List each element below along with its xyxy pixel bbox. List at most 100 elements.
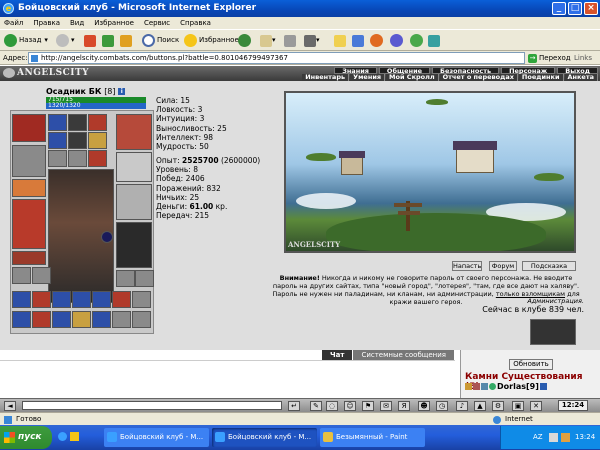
belt-item-slot[interactable] (132, 291, 151, 308)
smile-icon[interactable]: ☻ (418, 401, 430, 411)
gloves-slot[interactable] (12, 179, 46, 197)
plugin-button[interactable] (410, 33, 425, 48)
helmet-slot[interactable] (12, 114, 46, 142)
scroll-slot[interactable] (68, 132, 87, 149)
forum-button[interactable]: Форум (489, 261, 517, 271)
scroll-slot[interactable] (88, 132, 107, 149)
boots-slot[interactable] (135, 270, 154, 287)
city-scene-image[interactable]: ANGELSCITY (284, 91, 576, 253)
chat-log[interactable] (0, 360, 455, 398)
rune-slot[interactable] (32, 267, 51, 284)
potion-slot[interactable] (48, 150, 67, 167)
tab-system-messages[interactable]: Системные сообщения (353, 350, 454, 360)
potion-slot[interactable] (88, 150, 107, 167)
necklace-slot[interactable] (68, 114, 87, 131)
sound-icon[interactable]: ♪ (456, 401, 468, 411)
belt-slot[interactable] (12, 251, 46, 265)
go-button[interactable]: → Переход (528, 52, 571, 64)
links-button[interactable]: Links (574, 51, 592, 65)
search-button[interactable]: Поиск (142, 33, 179, 48)
belt-item-slot[interactable] (32, 311, 51, 328)
lock-icon[interactable]: ▣ (512, 401, 524, 411)
belt-item-slot[interactable] (112, 291, 131, 308)
send-icon[interactable]: ↵ (288, 401, 300, 411)
rune-slot[interactable] (12, 267, 31, 284)
nav-battles[interactable]: Поединки (518, 74, 564, 81)
hint-button[interactable]: Подсказка (522, 261, 576, 271)
belt-item-slot[interactable] (112, 311, 131, 328)
character-name[interactable]: Осадник БК [8] i (46, 87, 126, 96)
research-button[interactable] (390, 33, 405, 48)
belt-item-slot[interactable] (52, 291, 71, 308)
print-button[interactable] (284, 33, 296, 48)
info-icon[interactable]: i (118, 88, 126, 95)
discuss-button[interactable] (334, 33, 346, 48)
maximize-button[interactable]: □ (568, 2, 582, 15)
mail-button[interactable]: ▾ (260, 33, 276, 48)
translit-icon[interactable]: Я (398, 401, 410, 411)
belt-item-slot[interactable] (72, 291, 91, 308)
menu-edit[interactable]: Правка (33, 17, 60, 29)
edit-button[interactable]: ▾ (304, 33, 320, 48)
shield-slot-empty[interactable] (116, 152, 152, 182)
attack-button[interactable]: Напасть (452, 261, 482, 271)
visitor-counters[interactable] (530, 319, 576, 345)
taskbar-item-browser-1[interactable]: Бойцовский клуб - M... (104, 428, 209, 447)
favorites-button[interactable]: Избранное (184, 33, 239, 48)
belt-item-slot[interactable] (92, 291, 111, 308)
menu-favorites[interactable]: Избранное (94, 17, 134, 29)
eraser-icon[interactable]: ◌ (326, 401, 338, 411)
belt-item-slot[interactable] (12, 291, 31, 308)
armor-slot[interactable] (12, 199, 46, 249)
window-title-bar[interactable]: e Бойцовский клуб - Microsoft Internet E… (0, 0, 600, 17)
menu-tools[interactable]: Сервис (144, 17, 170, 29)
nav-inventory[interactable]: Инвентарь (302, 74, 350, 81)
nav-my-scroll[interactable]: Мой Скролл (386, 74, 439, 81)
belt-item-slot[interactable] (132, 311, 151, 328)
close-button[interactable]: × (584, 2, 598, 15)
refresh-button[interactable] (102, 33, 114, 48)
menu-help[interactable]: Справка (180, 17, 211, 29)
chat-input[interactable] (22, 401, 282, 410)
settings-icon[interactable]: ⚙ (492, 401, 504, 411)
forward-button[interactable]: ▾ (56, 33, 75, 48)
private-icon[interactable]: ✉ (380, 401, 392, 411)
room-user[interactable]: Dorlas [9] (465, 382, 548, 391)
user-name[interactable]: Dorlas (497, 382, 526, 391)
address-input[interactable]: http://angelscity.combats.com/buttons.pl… (28, 52, 525, 64)
start-button[interactable]: пуск (0, 426, 52, 449)
clock-icon[interactable]: ◷ (436, 401, 448, 411)
menu-file[interactable]: Файл (4, 17, 23, 29)
menu-view[interactable]: Вид (70, 17, 84, 29)
clear-icon[interactable]: ◄ (4, 401, 16, 411)
back-button[interactable]: Назад ▾ (4, 33, 48, 48)
tab-chat[interactable]: Чат (322, 350, 353, 360)
nav-skills[interactable]: Умения (350, 74, 386, 81)
taskbar-item-browser-2[interactable]: Бойцовский клуб - M... (212, 428, 317, 447)
person-icon[interactable]: ☺ (344, 401, 356, 411)
shield-slot[interactable] (116, 114, 152, 150)
home-button[interactable] (120, 33, 132, 48)
desktop-quicklaunch-icon[interactable] (70, 432, 79, 441)
boots-slot[interactable] (116, 270, 135, 287)
belt-item-slot[interactable] (32, 291, 51, 308)
language-indicator[interactable]: AZ (533, 426, 543, 449)
belt-item-slot[interactable] (92, 311, 111, 328)
extension-button[interactable] (428, 33, 440, 48)
messenger-button[interactable] (352, 33, 364, 48)
nav-transfer-report[interactable]: Отчет о переводах (439, 74, 518, 81)
nav-profile[interactable]: Анкета (564, 74, 598, 81)
info-icon[interactable] (539, 383, 547, 390)
minimize-button[interactable]: _ (552, 2, 566, 15)
ie-quicklaunch-icon[interactable] (58, 432, 67, 441)
belt-item-slot[interactable] (72, 311, 91, 328)
amulet-slot[interactable] (48, 132, 67, 149)
earring-slot[interactable] (48, 114, 67, 131)
weapon-rune-slot[interactable] (88, 114, 107, 131)
belt-item-slot[interactable] (12, 311, 31, 328)
belt-item-slot[interactable] (52, 311, 71, 328)
refresh-room-button[interactable]: Обновить (509, 359, 553, 370)
sword-slot[interactable] (116, 184, 152, 220)
potion-slot[interactable] (68, 150, 87, 167)
taskbar-item-paint[interactable]: Безымянный - Paint (320, 428, 425, 447)
